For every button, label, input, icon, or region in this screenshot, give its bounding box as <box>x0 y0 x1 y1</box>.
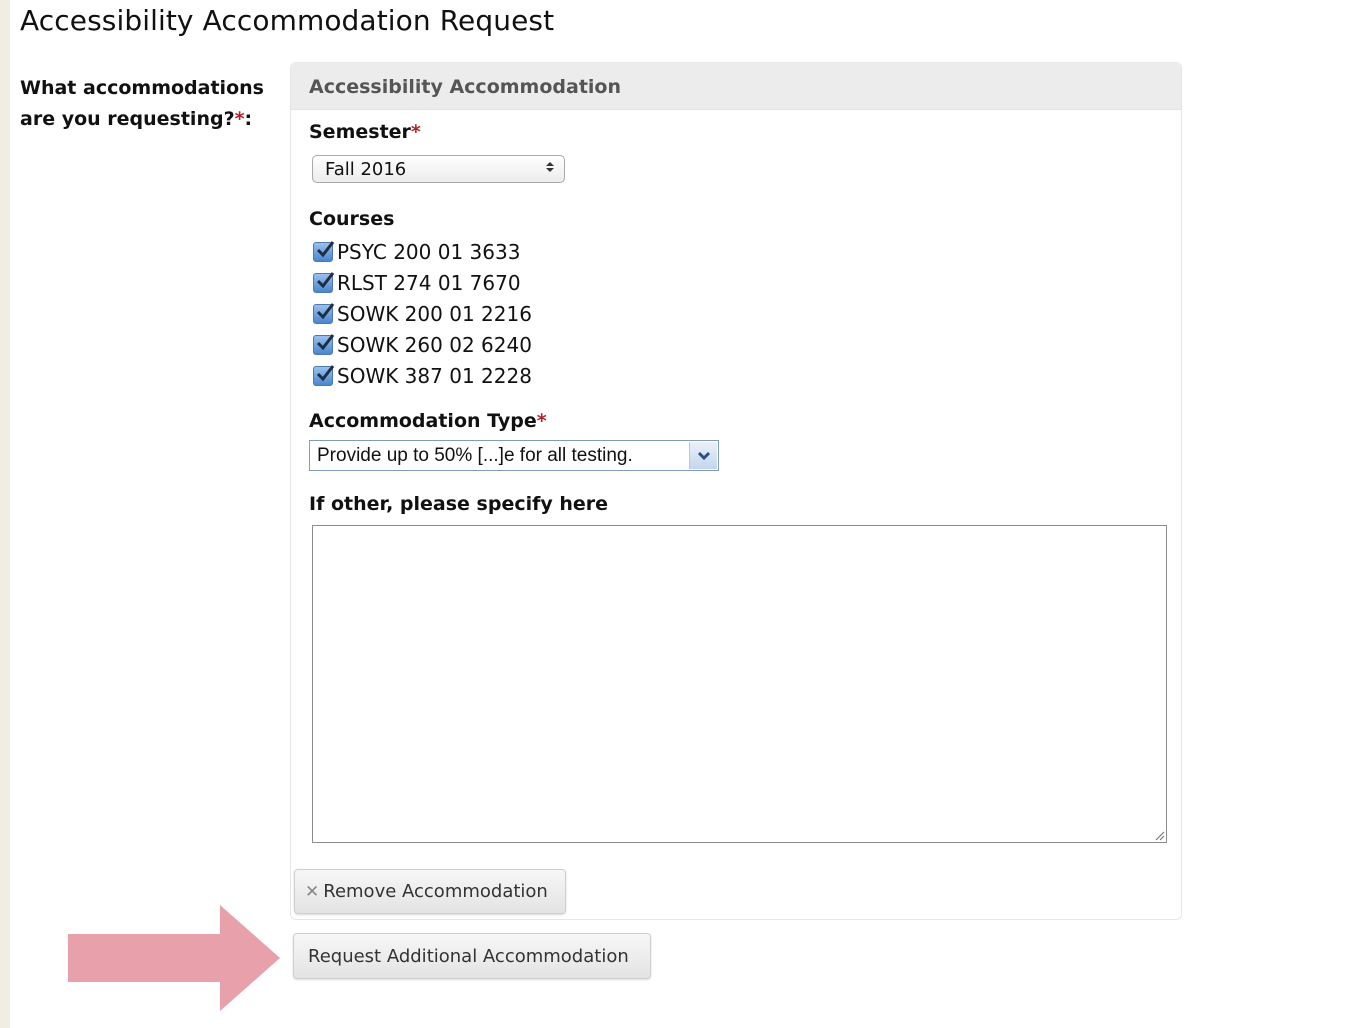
courses-list: PSYC 200 01 3633 RLST 274 01 7670 SOWK 2… <box>313 236 532 391</box>
required-asterisk: * <box>410 121 421 143</box>
request-additional-accommodation-button[interactable]: Request Additional Accommodation <box>293 933 651 979</box>
course-item[interactable]: SOWK 387 01 2228 <box>313 360 532 391</box>
checkmark-icon <box>316 240 335 257</box>
close-icon: ✕ <box>305 881 320 902</box>
checkmark-icon <box>316 333 335 350</box>
select-arrows-icon <box>546 156 554 184</box>
courses-label: Courses <box>309 208 395 230</box>
course-label: SOWK 260 02 6240 <box>337 332 532 357</box>
pointer-arrow <box>68 905 280 1011</box>
page-title: Accessibility Accommodation Request <box>20 4 555 37</box>
course-label: SOWK 387 01 2228 <box>337 363 532 388</box>
left-border-strip <box>0 0 10 1028</box>
field-label: What accommodations are you requesting?*… <box>20 73 270 135</box>
checkbox[interactable] <box>313 364 335 386</box>
accommodation-type-label-text: Accommodation Type <box>309 410 537 432</box>
semester-label: Semester* <box>309 121 421 143</box>
checkmark-icon <box>316 271 335 288</box>
checkbox[interactable] <box>313 302 335 324</box>
accommodation-type-select[interactable]: Provide up to 50% [...]e for all testing… <box>309 440 719 471</box>
course-item[interactable]: PSYC 200 01 3633 <box>313 236 532 267</box>
field-label-colon: : <box>244 108 253 130</box>
course-label: SOWK 200 01 2216 <box>337 301 532 326</box>
course-item[interactable]: RLST 274 01 7670 <box>313 267 532 298</box>
accommodation-type-label: Accommodation Type* <box>309 410 547 432</box>
checkmark-icon <box>316 302 335 319</box>
other-textarea[interactable] <box>312 525 1167 843</box>
course-item[interactable]: SOWK 260 02 6240 <box>313 329 532 360</box>
field-label-text: What accommodations are you requesting? <box>20 77 264 130</box>
course-label: RLST 274 01 7670 <box>337 270 521 295</box>
required-asterisk: * <box>536 410 547 432</box>
other-label: If other, please specify here <box>309 493 609 515</box>
remove-accommodation-button[interactable]: ✕ Remove Accommodation <box>294 869 566 914</box>
course-label: PSYC 200 01 3633 <box>337 239 521 264</box>
panel-header: Accessibility Accommodation <box>291 63 1181 110</box>
checkmark-icon <box>316 364 335 381</box>
semester-label-text: Semester <box>309 121 411 143</box>
course-item[interactable]: SOWK 200 01 2216 <box>313 298 532 329</box>
checkbox[interactable] <box>313 271 335 293</box>
required-asterisk: * <box>234 108 245 130</box>
chevron-down-icon[interactable] <box>689 442 717 469</box>
semester-select[interactable]: Fall 2016 <box>312 155 565 183</box>
accommodation-panel: Accessibility Accommodation Semester* Fa… <box>290 62 1182 920</box>
request-additional-label: Request Additional Accommodation <box>308 945 629 967</box>
checkbox[interactable] <box>313 240 335 262</box>
checkbox[interactable] <box>313 333 335 355</box>
semester-select-value: Fall 2016 <box>325 159 407 180</box>
remove-accommodation-label: Remove Accommodation <box>323 881 548 902</box>
accommodation-type-value: Provide up to 50% [...]e for all testing… <box>317 445 633 466</box>
resize-grip-icon[interactable] <box>1153 829 1165 841</box>
